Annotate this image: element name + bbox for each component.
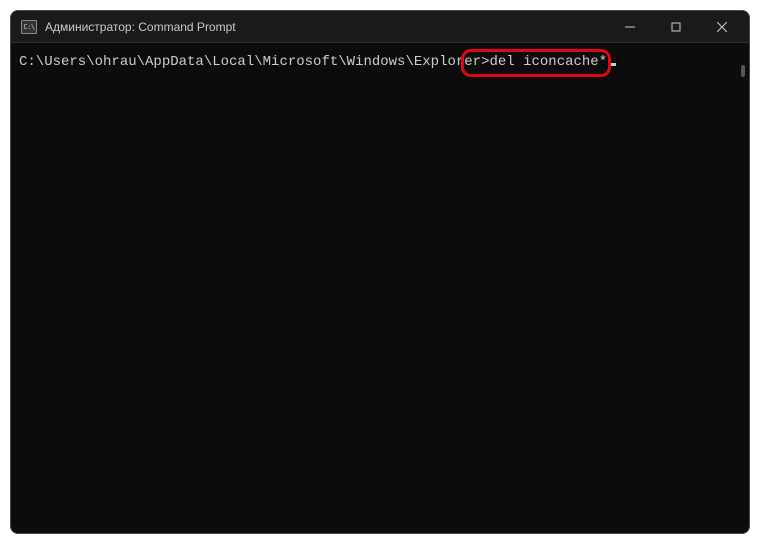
- cmd-icon: C:\: [21, 20, 37, 34]
- scrollbar[interactable]: [739, 45, 747, 529]
- terminal-area[interactable]: C:\Users\ohrau\AppData\Local\Microsoft\W…: [11, 43, 749, 533]
- cursor: [608, 63, 616, 66]
- window-title: Администратор: Command Prompt: [45, 20, 607, 34]
- window-controls: [607, 11, 745, 42]
- minimize-button[interactable]: [607, 11, 653, 42]
- command-text: del iconcache*: [489, 54, 607, 70]
- scrollbar-thumb[interactable]: [741, 65, 745, 77]
- close-button[interactable]: [699, 11, 745, 42]
- command-line: C:\Users\ohrau\AppData\Local\Microsoft\W…: [19, 54, 616, 70]
- maximize-button[interactable]: [653, 11, 699, 42]
- titlebar[interactable]: C:\ Администратор: Command Prompt: [11, 11, 749, 43]
- prompt-text: C:\Users\ohrau\AppData\Local\Microsoft\W…: [19, 54, 489, 70]
- terminal-window: C:\ Администратор: Command Prompt C:\Use…: [10, 10, 750, 534]
